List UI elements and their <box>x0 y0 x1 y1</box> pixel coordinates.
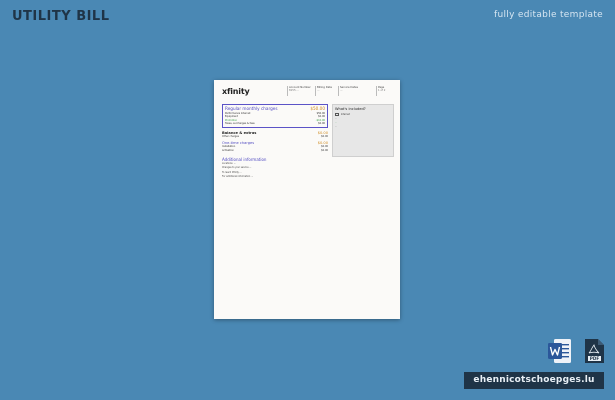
included-item-label: Internet <box>341 113 350 116</box>
whats-included-title: What's included? <box>335 107 366 111</box>
header-service-dates: Service Dates ... <box>340 86 358 93</box>
additional-info-paragraph: For additional information ... <box>222 175 254 179</box>
balance-row-label: Other charges <box>222 135 240 139</box>
monthly-charges-header: Regular monthly charges $50.00 <box>225 106 325 111</box>
charge-label: Taxes, surcharges & fees <box>225 121 255 125</box>
bill-main-column: Regular monthly charges $50.00 Performan… <box>222 104 328 181</box>
internet-icon <box>335 113 339 116</box>
onetime-row-value: $0.00 <box>321 148 328 152</box>
header-value: 8155 ... <box>289 89 299 93</box>
header-page: Page 1 of 2 <box>378 86 385 93</box>
onetime-row: Activation $0.00 <box>222 149 328 152</box>
header-divider <box>315 86 316 96</box>
site-label[interactable]: ehennicotschoepges.lu <box>464 372 604 389</box>
header-divider <box>338 86 339 96</box>
monthly-charges-title: Regular monthly charges <box>225 106 278 111</box>
balance-row-value: $0.00 <box>321 135 328 139</box>
whats-included-box: What's included? Internet ... ... ... <box>332 104 394 157</box>
header-billing-date: Billing Date ... <box>317 86 332 93</box>
monthly-charges-amount: $50.00 <box>310 106 325 111</box>
monthly-charges-box: Regular monthly charges $50.00 Performan… <box>222 104 328 129</box>
header-divider <box>376 86 377 96</box>
page-subtitle: fully editable template <box>494 10 603 20</box>
header-value: ... <box>340 89 343 93</box>
header-label: Service Dates <box>340 86 358 89</box>
xfinity-logo: xfinity <box>222 87 250 96</box>
included-note: ... <box>335 117 337 120</box>
additional-info-title: Additional information <box>222 157 267 163</box>
onetime-row-label: Activation <box>222 148 234 152</box>
header-divider <box>287 86 288 96</box>
bill-side-column: What's included? Internet ... ... ... <box>332 104 394 157</box>
page-title: UTILITY BILL <box>12 9 110 24</box>
balance-row: Other charges $0.00 <box>222 135 328 138</box>
header-value: ... <box>317 89 320 93</box>
charge-row: Taxes, surcharges & fees $0.00 <box>225 122 325 125</box>
included-item: Internet <box>335 113 391 116</box>
bill-document: xfinity Account Number 8155 ... Billing … <box>214 80 400 319</box>
additional-info-paragraph: Changes to your service ... <box>222 166 252 170</box>
charge-value: $0.00 <box>318 121 325 125</box>
included-note-highlight: ... <box>335 121 337 124</box>
header-value: 1 of 2 <box>378 89 386 93</box>
pdf-file-icon[interactable]: PDF <box>582 338 606 364</box>
word-file-icon[interactable] <box>548 338 572 364</box>
included-note: ... <box>335 126 337 129</box>
header-account: Account Number 8155 ... <box>289 86 311 93</box>
svg-text:PDF: PDF <box>590 356 600 361</box>
